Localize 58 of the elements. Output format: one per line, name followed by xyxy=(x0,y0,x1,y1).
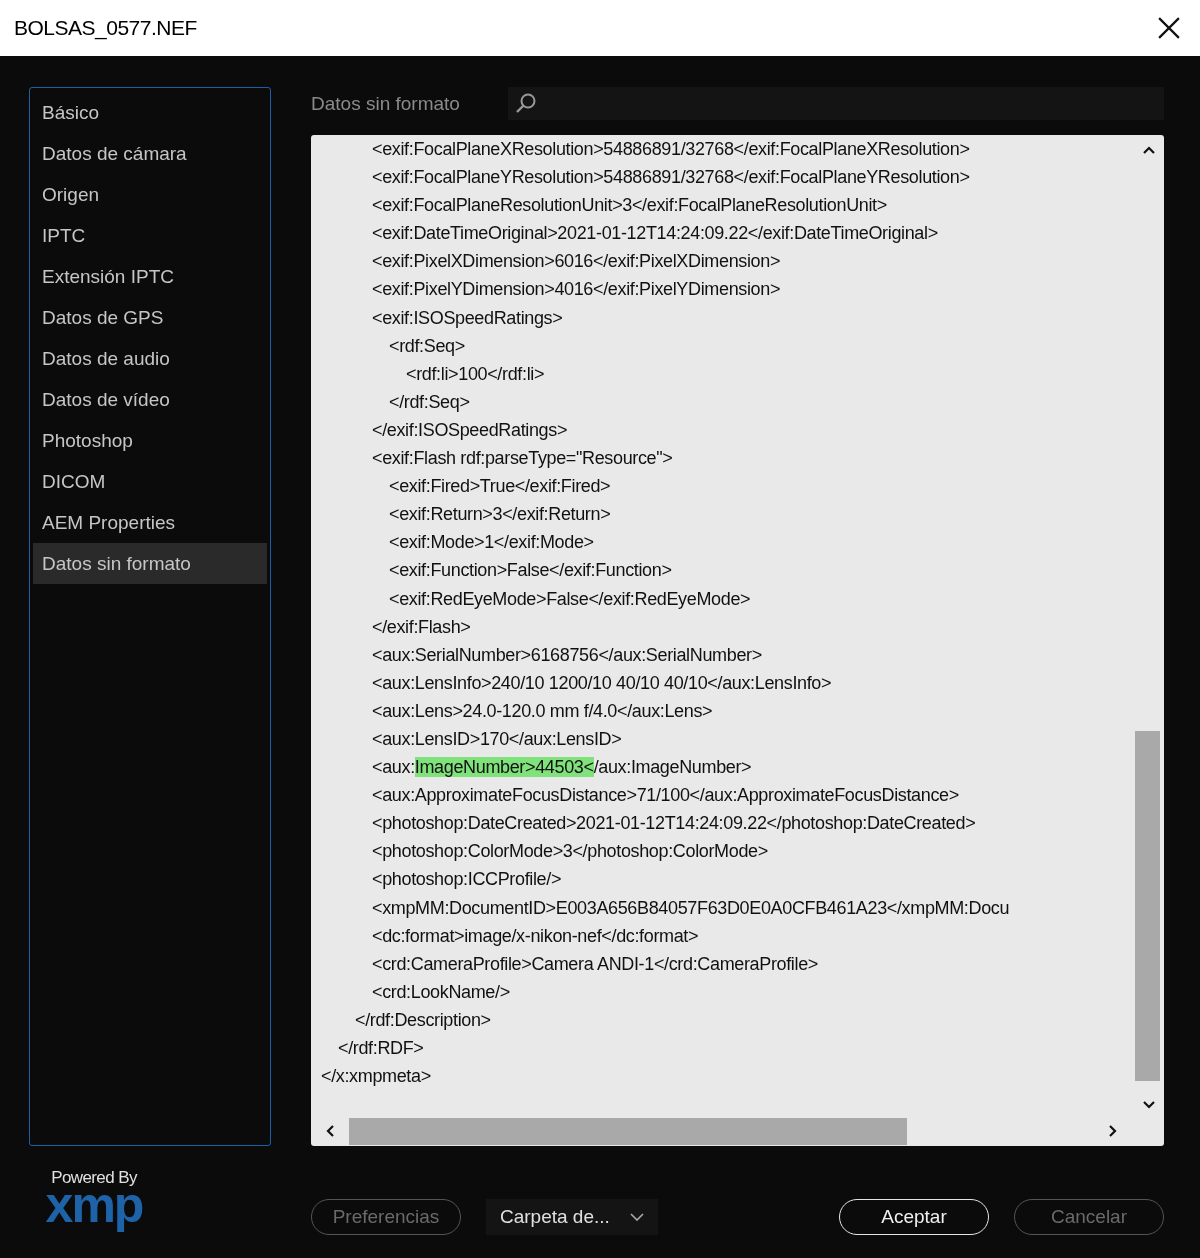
xml-line: <exif:Mode>1</exif:Mode> xyxy=(388,531,595,555)
scroll-thumb[interactable] xyxy=(1135,731,1160,1081)
xml-line: </rdf:Description> xyxy=(354,1008,492,1032)
sidebar-item[interactable]: IPTC xyxy=(33,215,267,256)
sidebar-item[interactable]: Datos sin formato xyxy=(33,543,267,584)
xml-line: <exif:Return>3</exif:Return> xyxy=(388,503,612,527)
xml-line: <aux:ApproximateFocusDistance>71/100</aux:ApproximateFocusDistance> xyxy=(371,784,960,808)
folder-dropdown[interactable]: Carpeta de... xyxy=(486,1199,658,1235)
sidebar-item[interactable]: Origen xyxy=(33,174,267,215)
xml-line: </rdf:Seq> xyxy=(388,390,471,414)
scroll-thumb[interactable] xyxy=(349,1117,907,1145)
window-title: BOLSAS_0577.NEF xyxy=(14,16,197,40)
xml-line: <aux:ImageNumber>44503</aux:ImageNumber> xyxy=(371,756,753,780)
xml-line: <exif:Fired>True</exif:Fired> xyxy=(388,475,612,499)
xml-line: <crd:CameraProfile>Camera ANDI-1</crd:CameraProfile> xyxy=(371,952,819,976)
scroll-down-icon[interactable] xyxy=(1142,1100,1156,1110)
xml-line: <photoshop:ColorMode>3</photoshop:ColorMode> xyxy=(371,840,769,864)
scroll-right-icon[interactable] xyxy=(1108,1124,1118,1138)
xml-line: <aux:SerialNumber>6168756</aux:SerialNumber> xyxy=(371,643,763,667)
close-icon[interactable] xyxy=(1158,17,1180,39)
xml-line: <exif:Flash rdf:parseType="Resource"> xyxy=(371,447,674,471)
xml-line: <exif:PixelYDimension>4016</exif:PixelYDimension> xyxy=(371,278,782,302)
xml-line: <rdf:Seq> xyxy=(388,334,466,358)
xml-line: <exif:PixelXDimension>6016</exif:PixelXDimension> xyxy=(371,250,782,274)
sidebar-item[interactable]: Datos de cámara xyxy=(33,133,267,174)
xml-line: <rdf:li>100</rdf:li> xyxy=(405,362,546,386)
xml-line: <aux:LensID>170</aux:LensID> xyxy=(371,727,623,751)
xml-line: </rdf:RDF> xyxy=(337,1037,425,1060)
search-field[interactable] xyxy=(507,87,1164,120)
sidebar-item[interactable]: Extensión IPTC xyxy=(33,256,267,297)
sidebar-item[interactable]: Datos de audio xyxy=(33,338,267,379)
xml-line: <exif:FocalPlaneYResolution>54886891/32768</exif:FocalPlaneYResolution> xyxy=(371,166,971,190)
xml-line: </x:xmpmeta> xyxy=(320,1065,432,1089)
xml-line: <photoshop:DateCreated>2021-01-12T14:24:09.22</photoshop:DateCreated> xyxy=(371,812,977,836)
panel-title: Datos sin formato xyxy=(311,92,460,115)
scroll-up-icon[interactable] xyxy=(1142,145,1156,155)
xml-line: <aux:Lens>24.0-120.0 mm f/4.0</aux:Lens> xyxy=(371,699,714,723)
xml-line: <exif:Function>False</exif:Function> xyxy=(388,559,673,583)
sidebar-item[interactable]: Datos de GPS xyxy=(33,297,267,338)
xml-line: <crd:LookName/> xyxy=(371,980,511,1004)
xml-line: <aux:LensInfo>240/10 1200/10 40/10 40/10</aux:LensInfo> xyxy=(371,671,833,695)
xml-line: <exif:ISOSpeedRatings> xyxy=(371,306,564,330)
sidebar-item[interactable]: AEM Properties xyxy=(33,502,267,543)
xml-line: <exif:FocalPlaneResolutionUnit>3</exif:FocalPlaneResolutionUnit> xyxy=(371,194,888,218)
xml-line: <photoshop:ICCProfile/> xyxy=(371,868,563,892)
xml-line: <xmpMM:DocumentID>E003A656B84057F63D0E0A0CFB461A23</xmpMM:Docu xyxy=(371,896,1011,920)
xml-line: <exif:FocalPlaneXResolution>54886891/32768</exif:FocalPlaneXResolution> xyxy=(371,138,971,161)
sidebar-item[interactable]: Básico xyxy=(33,92,267,133)
xml-line: <exif:RedEyeMode>False</exif:RedEyeMode> xyxy=(388,587,752,611)
xml-line: <exif:DateTimeOriginal>2021-01-12T14:24:09.22</exif:DateTimeOriginal> xyxy=(371,222,939,246)
sidebar-item[interactable]: Datos de vídeo xyxy=(33,379,267,420)
xml-line: <dc:format>image/x-nikon-nef</dc:format> xyxy=(371,924,700,948)
sidebar-item[interactable]: Photoshop xyxy=(33,420,267,461)
scroll-left-icon[interactable] xyxy=(325,1124,335,1138)
sidebar-item[interactable]: DICOM xyxy=(33,461,267,502)
xml-line: </exif:Flash> xyxy=(371,615,472,639)
xml-line: </exif:ISOSpeedRatings> xyxy=(371,418,569,442)
chevron-down-icon xyxy=(630,1213,644,1221)
